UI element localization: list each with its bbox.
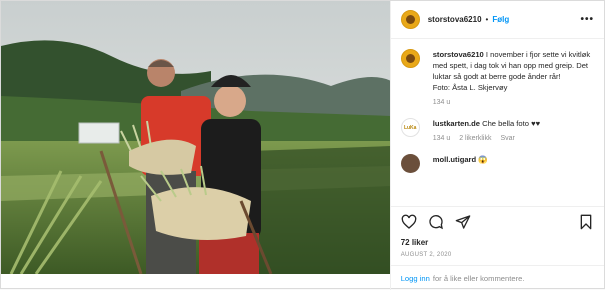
comment-text: Che bella foto ♥♥	[482, 119, 541, 128]
comment-username[interactable]: lustkarten.de	[433, 119, 480, 128]
caption-row: storstova6210 I november i fjor sette vi…	[400, 49, 594, 108]
instagram-post: storstova6210 • Følg ••• storstova6210 I…	[0, 0, 605, 290]
follow-button[interactable]: Følg	[492, 15, 509, 24]
comment-body: moll.utigard 😱	[433, 154, 488, 173]
share-icon[interactable]	[455, 214, 471, 230]
author-avatar[interactable]	[400, 10, 420, 29]
post-header: storstova6210 • Følg •••	[390, 1, 604, 39]
commenter-avatar[interactable]	[400, 154, 420, 173]
caption-body: storstova6210 I november i fjor sette vi…	[433, 49, 594, 108]
separator: •	[485, 15, 489, 24]
login-link[interactable]: Logg inn	[401, 274, 430, 283]
login-bar: Logg inn for å like eller kommentere.	[390, 265, 604, 290]
post-date: AUGUST 2, 2020	[400, 252, 452, 258]
likes-count[interactable]: 72 liker	[391, 238, 604, 247]
caption-credit: Foto: Åsta L. Skjervøy	[432, 83, 508, 92]
garden-photo-image	[1, 1, 390, 274]
comment-likes[interactable]: 2 likerklikk	[459, 135, 491, 142]
author-username[interactable]: storstova6210	[428, 15, 482, 24]
comment-row: LuKa lustkarten.de Che bella foto ♥♥ 134…	[400, 118, 594, 144]
post-sidebar: storstova6210 • Følg ••• storstova6210 I…	[389, 1, 604, 290]
comment-body: lustkarten.de Che bella foto ♥♥ 134 u 2 …	[433, 118, 540, 144]
caption-age[interactable]: 134 u	[433, 99, 451, 106]
comment-username[interactable]: moll.utigard	[433, 155, 476, 164]
comment-meta: 134 u 2 likerklikk Svar	[433, 133, 540, 144]
comment-row: moll.utigard 😱	[400, 154, 594, 173]
reply-button[interactable]: Svar	[500, 135, 514, 142]
comment-age[interactable]: 134 u	[433, 135, 451, 142]
login-text: for å like eller kommentere.	[432, 273, 525, 283]
heart-icon[interactable]	[401, 214, 417, 230]
commenter-avatar[interactable]: LuKa	[400, 118, 420, 137]
comments-list: storstova6210 I november i fjor sette vi…	[391, 39, 604, 206]
comment-icon[interactable]	[428, 214, 444, 230]
comment-text: 😱	[478, 155, 488, 164]
bookmark-icon[interactable]	[578, 214, 594, 230]
caption-avatar[interactable]	[400, 49, 420, 68]
action-bar	[390, 206, 604, 236]
caption-meta: 134 u	[433, 97, 594, 108]
caption-username[interactable]: storstova6210	[433, 50, 484, 59]
post-photo[interactable]	[1, 1, 390, 274]
more-options-icon[interactable]: •••	[580, 14, 594, 25]
